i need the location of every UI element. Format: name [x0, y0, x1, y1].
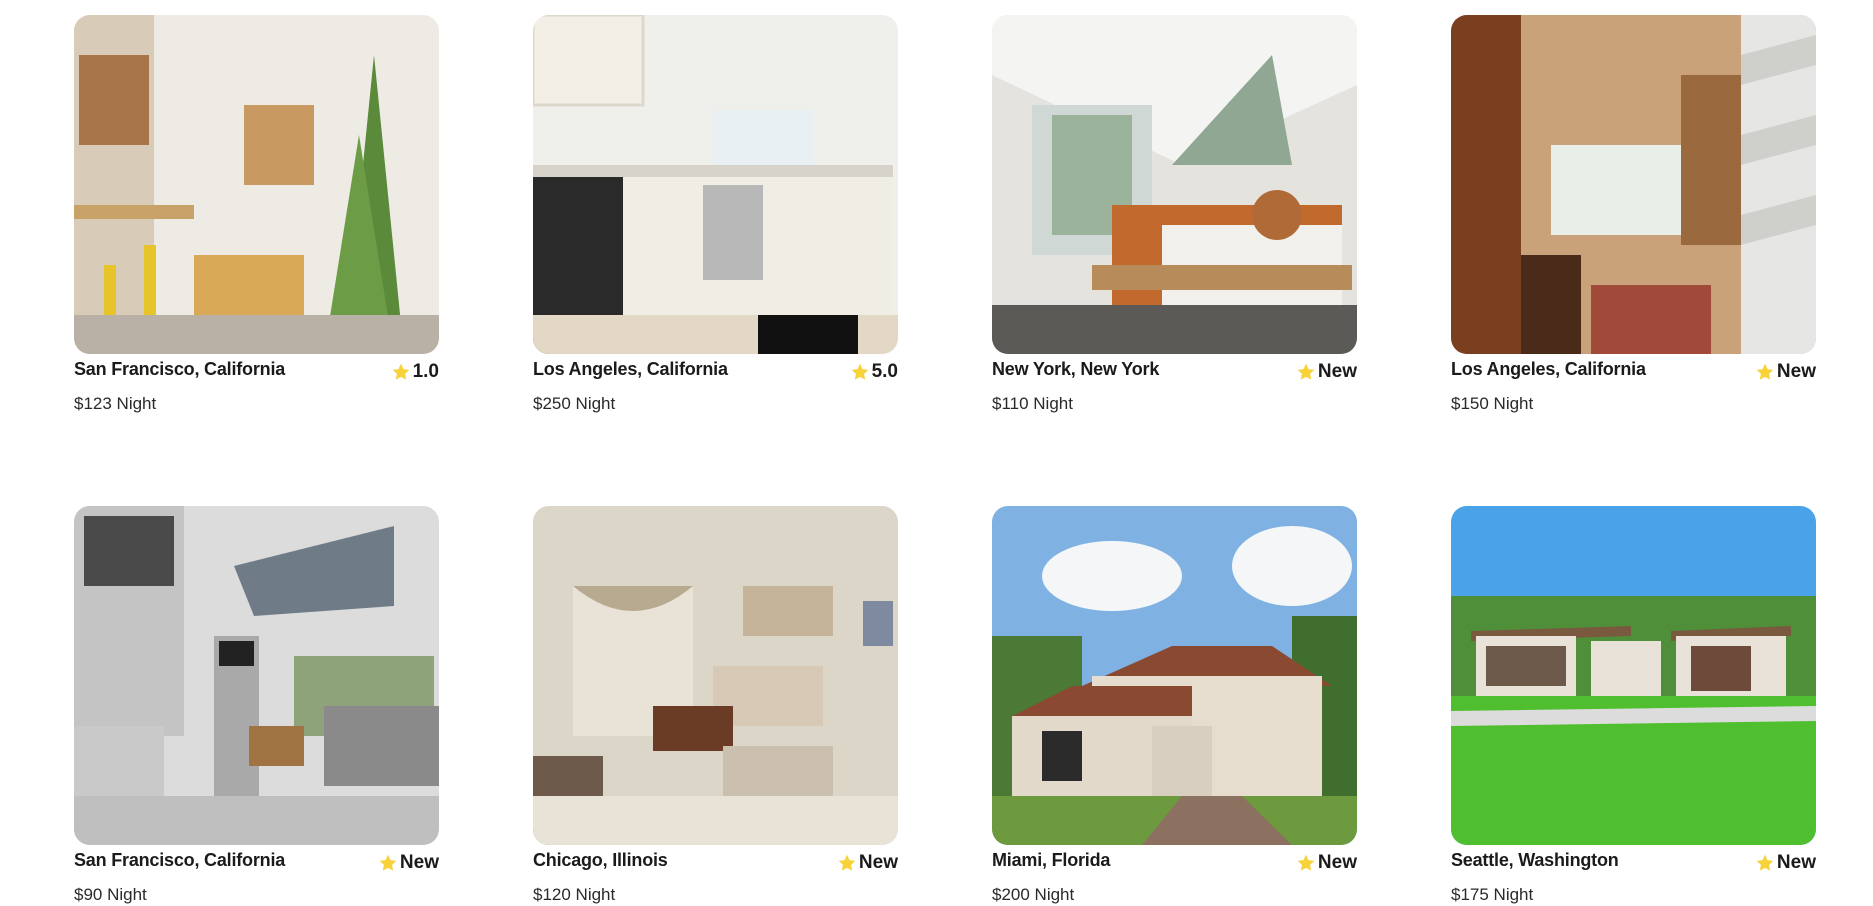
rating-value: 1.0: [412, 361, 439, 382]
listing-location: San Francisco, California: [74, 359, 286, 379]
rating-value: New: [1317, 852, 1357, 873]
listing-card[interactable]: San Francisco, California New $90 Night: [74, 506, 439, 905]
listing-rating: 5.0: [850, 361, 898, 383]
listing-card[interactable]: Chicago, Illinois New $120 Night: [533, 506, 898, 905]
listing-photo[interactable]: [1451, 506, 1816, 845]
listing-card[interactable]: Seattle, Washington New $175 Night: [1451, 506, 1816, 905]
listing-rating: 1.0: [391, 361, 439, 383]
rating-value: New: [858, 852, 898, 873]
star-icon: [1756, 363, 1774, 380]
listing-location: New York, New York: [992, 359, 1160, 379]
listing-price: $123 Night: [74, 394, 157, 413]
listing-location: Miami, Florida: [992, 850, 1111, 870]
listing-price: $120 Night: [533, 885, 616, 904]
listing-photo[interactable]: [1451, 15, 1816, 354]
listing-price: $110 Night: [992, 394, 1073, 413]
listing-price: $150 Night: [1451, 394, 1534, 413]
listing-photo[interactable]: [992, 15, 1357, 354]
listing-rating: New: [837, 852, 898, 874]
listing-price: $175 Night: [1451, 885, 1534, 904]
star-icon: [392, 363, 409, 380]
listing-location: San Francisco, California: [74, 850, 286, 870]
rating-value: New: [399, 852, 439, 873]
star-icon: [1297, 854, 1315, 871]
listing-rating: New: [378, 852, 439, 874]
rating-value: New: [1776, 852, 1816, 873]
listing-price: $200 Night: [992, 885, 1075, 904]
listing-card[interactable]: San Francisco, California 1.0 $123 Night: [74, 15, 439, 414]
listing-photo[interactable]: [74, 506, 439, 845]
star-icon: [379, 854, 397, 871]
listing-photo[interactable]: [992, 506, 1357, 845]
listing-rating: New: [1296, 361, 1357, 383]
listing-price: $90 Night: [74, 885, 147, 904]
listing-rating: New: [1296, 852, 1357, 874]
listing-photo[interactable]: [74, 15, 439, 354]
rating-value: New: [1317, 361, 1357, 382]
listing-card[interactable]: Los Angeles, California New $150 Night: [1451, 15, 1816, 414]
star-icon: [1297, 363, 1315, 380]
listing-rating: New: [1755, 361, 1816, 383]
listing-price: $250 Night: [533, 394, 616, 413]
listing-photo[interactable]: [533, 506, 898, 845]
star-icon: [1756, 854, 1774, 871]
rating-value: 5.0: [871, 361, 898, 382]
rating-value: New: [1776, 361, 1816, 382]
listing-location: Los Angeles, California: [533, 359, 728, 379]
listing-location: Los Angeles, California: [1451, 359, 1646, 379]
star-icon: [851, 363, 868, 380]
listing-location: Seattle, Washington: [1451, 850, 1619, 870]
listing-rating: New: [1755, 852, 1816, 874]
listing-card[interactable]: Miami, Florida New $200 Night: [992, 506, 1357, 905]
star-icon: [838, 854, 856, 871]
listing-location: Chicago, Illinois: [533, 850, 668, 870]
listing-card[interactable]: New York, New York New $110 Night: [992, 15, 1357, 414]
listings-grid: San Francisco, California 1.0 $123 Night: [0, 0, 1873, 906]
listing-photo[interactable]: [533, 15, 898, 354]
listing-card[interactable]: Los Angeles, California 5.0 $250 Night: [533, 15, 898, 414]
